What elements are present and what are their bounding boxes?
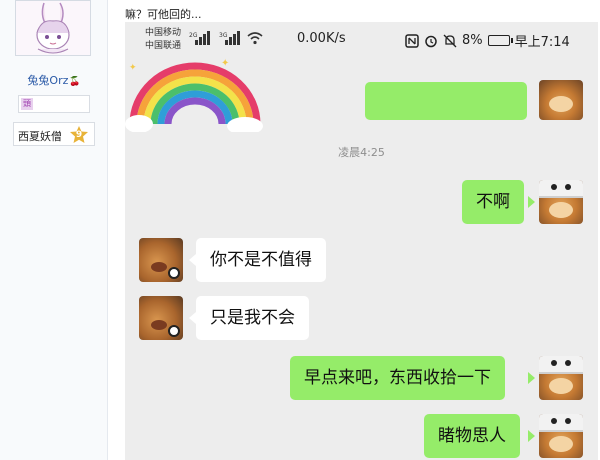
bubble-tail <box>528 372 535 384</box>
my-avatar[interactable] <box>539 180 583 224</box>
my-avatar-cutoff[interactable] <box>539 80 583 120</box>
my-avatar[interactable] <box>539 356 583 400</box>
medal-row: 頭 <box>18 95 90 113</box>
level-badge: 9 <box>70 126 88 144</box>
bubble-tail <box>189 312 196 324</box>
cat-face <box>549 436 573 452</box>
panda-hat <box>539 356 583 374</box>
rainbow-sticker: ✦ ✦ <box>125 58 263 132</box>
user-title-tag[interactable]: 西夏妖僧 9 <box>13 122 95 146</box>
bubble-tail <box>528 196 535 208</box>
cat-face <box>549 202 573 218</box>
username[interactable]: 兔兔Orz🍒 <box>0 72 108 88</box>
my-avatar[interactable] <box>539 414 583 458</box>
svg-text:2G: 2G <box>189 32 198 39</box>
level-number: 9 <box>75 130 83 140</box>
user-sidebar: 兔兔Orz🍒 頭 西夏妖僧 9 <box>0 0 108 460</box>
network-speed: 0.00K/s <box>297 31 346 46</box>
panda-hat <box>539 414 583 432</box>
bubble-tail <box>528 430 535 442</box>
message-bubble-cutoff[interactable] <box>365 82 527 120</box>
user-avatar[interactable] <box>15 0 91 56</box>
bear-mouth <box>151 262 167 272</box>
alarm-icon <box>425 35 437 47</box>
chat-timestamp: 凌晨4:25 <box>338 146 385 159</box>
bear-mouth <box>151 320 167 330</box>
post-text: 嘛？可他回的... <box>125 8 202 21</box>
cat-face <box>549 96 573 112</box>
username-text[interactable]: 兔兔Orz <box>27 74 68 87</box>
mute-bell-icon <box>443 34 457 47</box>
message-bubble-in[interactable]: 你不是不值得 <box>196 238 326 282</box>
carrier-info: 中国移动 中国联通 <box>145 27 181 53</box>
panda-sticker-icon <box>168 267 180 279</box>
clock: 早上7:14 <box>514 35 570 50</box>
medal-icon[interactable]: 頭 <box>21 98 33 110</box>
battery-icon <box>487 35 513 46</box>
wifi-icon <box>247 32 263 45</box>
message-bubble-in[interactable]: 只是我不会 <box>196 296 309 340</box>
bubble-tail <box>189 254 196 266</box>
panda-hat <box>539 180 583 198</box>
cherry-icon: 🍒 <box>69 77 81 87</box>
battery-percent: 8% <box>462 33 483 48</box>
svg-text:3G: 3G <box>219 32 228 39</box>
signal-icon-1: 2G <box>189 31 210 45</box>
panda-sticker-icon <box>168 325 180 337</box>
user-title-text: 西夏妖僧 <box>18 130 62 143</box>
bunny-girl-drawing <box>16 1 90 55</box>
message-bubble-out[interactable]: 睹物思人 <box>424 414 520 458</box>
friend-avatar[interactable] <box>139 238 183 282</box>
carrier-1: 中国移动 <box>145 28 182 38</box>
friend-avatar[interactable] <box>139 296 183 340</box>
signal-icon-2: 3G <box>219 31 240 45</box>
message-bubble-out[interactable]: 早点来吧，东西收拾一下 <box>290 356 505 400</box>
cat-face <box>549 378 573 394</box>
svg-text:✦: ✦ <box>221 58 229 69</box>
nfc-icon <box>405 33 419 48</box>
message-bubble-out[interactable]: 不啊 <box>462 180 524 224</box>
chat-screenshot: 中国移动 中国联通 2G 3G 0.00K/s 8% 早上7:14 ✦ ✦ 凌晨… <box>125 22 598 460</box>
forum-post-page: 兔兔Orz🍒 頭 西夏妖僧 9 嘛？可他回的... 中国移动 中国联通 2G 3… <box>0 0 600 460</box>
svg-text:✦: ✦ <box>129 63 137 73</box>
status-icons: 8% 早上7:14 <box>405 31 570 50</box>
